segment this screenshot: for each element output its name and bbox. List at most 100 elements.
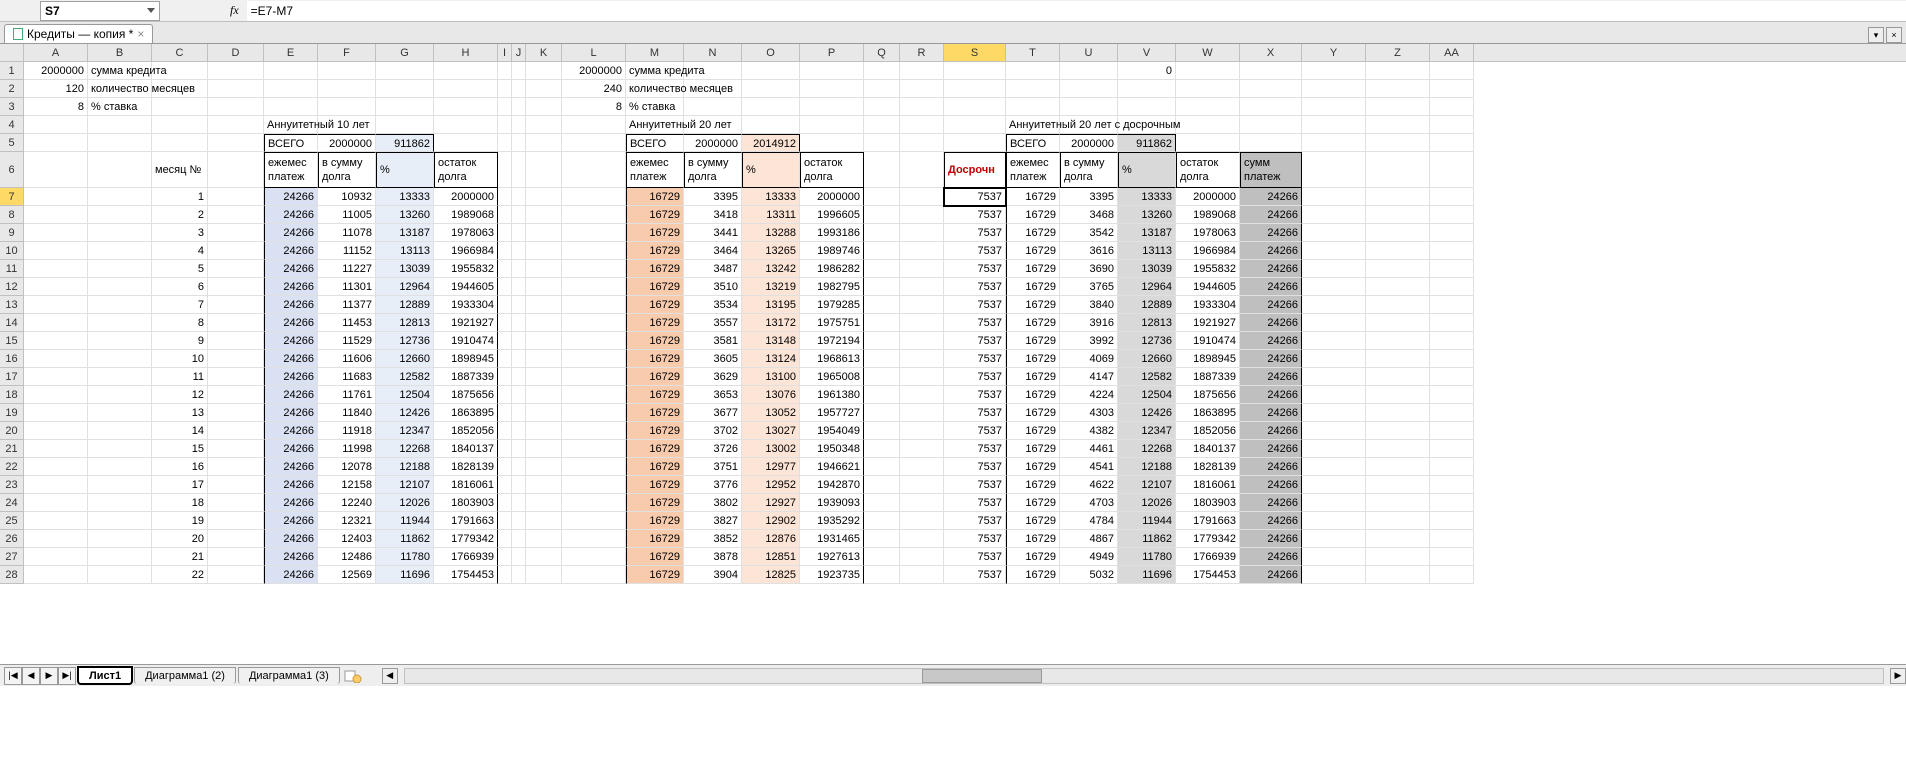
cell-V22[interactable]: 12188 (1118, 458, 1176, 476)
cell-C13[interactable]: 7 (152, 296, 208, 314)
cell-D2[interactable] (208, 80, 264, 98)
row-header-8[interactable]: 8 (0, 206, 24, 224)
cell-G12[interactable]: 12964 (376, 278, 434, 296)
cell-S16[interactable]: 7537 (944, 350, 1006, 368)
cell-I16[interactable] (498, 350, 512, 368)
cell-D4[interactable] (208, 116, 264, 134)
cell-E13[interactable]: 24266 (264, 296, 318, 314)
row-header-18[interactable]: 18 (0, 386, 24, 404)
cell-A27[interactable] (24, 548, 88, 566)
cell-AA25[interactable] (1430, 512, 1474, 530)
cell-E24[interactable]: 24266 (264, 494, 318, 512)
cell-E18[interactable]: 24266 (264, 386, 318, 404)
cell-U26[interactable]: 4867 (1060, 530, 1118, 548)
cell-U22[interactable]: 4541 (1060, 458, 1118, 476)
cell-E15[interactable]: 24266 (264, 332, 318, 350)
cell-V11[interactable]: 13039 (1118, 260, 1176, 278)
cell-AA21[interactable] (1430, 440, 1474, 458)
cell-V8[interactable]: 13260 (1118, 206, 1176, 224)
cell-A20[interactable] (24, 422, 88, 440)
cell-J16[interactable] (512, 350, 526, 368)
cell-H28[interactable]: 1754453 (434, 566, 498, 584)
cell-U15[interactable]: 3992 (1060, 332, 1118, 350)
cell-AA28[interactable] (1430, 566, 1474, 584)
cell-V10[interactable]: 13113 (1118, 242, 1176, 260)
cell-M12[interactable]: 16729 (626, 278, 684, 296)
cell-L2[interactable]: 240 (562, 80, 626, 98)
cell-W14[interactable]: 1921927 (1176, 314, 1240, 332)
cell-E14[interactable]: 24266 (264, 314, 318, 332)
cell-Z8[interactable] (1366, 206, 1430, 224)
cell-J12[interactable] (512, 278, 526, 296)
cell-W20[interactable]: 1852056 (1176, 422, 1240, 440)
cell-D7[interactable] (208, 188, 264, 206)
cell-X17[interactable]: 24266 (1240, 368, 1302, 386)
cell-D12[interactable] (208, 278, 264, 296)
cell-N25[interactable]: 3827 (684, 512, 742, 530)
cell-N28[interactable]: 3904 (684, 566, 742, 584)
cell-B28[interactable] (88, 566, 152, 584)
cell-S5[interactable] (944, 134, 1006, 152)
cell-Z25[interactable] (1366, 512, 1430, 530)
cell-AA22[interactable] (1430, 458, 1474, 476)
header-I6[interactable] (498, 152, 512, 188)
cell-C28[interactable]: 22 (152, 566, 208, 584)
cell-K5[interactable] (526, 134, 562, 152)
cell-Z23[interactable] (1366, 476, 1430, 494)
row-header-10[interactable]: 10 (0, 242, 24, 260)
column-header-F[interactable]: F (318, 44, 376, 61)
document-tab[interactable]: Кредиты — копия * × (4, 24, 153, 43)
cell-T1[interactable] (1006, 62, 1060, 80)
column-header-O[interactable]: O (742, 44, 800, 61)
cell-S14[interactable]: 7537 (944, 314, 1006, 332)
sheet-nav-button-1[interactable]: ◀ (22, 667, 40, 685)
cell-N12[interactable]: 3510 (684, 278, 742, 296)
cell-H9[interactable]: 1978063 (434, 224, 498, 242)
cell-G26[interactable]: 11862 (376, 530, 434, 548)
cell-R16[interactable] (900, 350, 944, 368)
cell-T28[interactable]: 16729 (1006, 566, 1060, 584)
cell-E26[interactable]: 24266 (264, 530, 318, 548)
cell-G9[interactable]: 13187 (376, 224, 434, 242)
header-E6[interactable]: ежемес платеж (264, 152, 318, 188)
cell-I2[interactable] (498, 80, 512, 98)
column-header-P[interactable]: P (800, 44, 864, 61)
header-Q6[interactable] (864, 152, 900, 188)
cell-U11[interactable]: 3690 (1060, 260, 1118, 278)
cell-G28[interactable]: 11696 (376, 566, 434, 584)
cell-U27[interactable]: 4949 (1060, 548, 1118, 566)
cell-V16[interactable]: 12660 (1118, 350, 1176, 368)
cell-F3[interactable] (318, 98, 376, 116)
cell-W9[interactable]: 1978063 (1176, 224, 1240, 242)
cell-T3[interactable] (1006, 98, 1060, 116)
cell-U9[interactable]: 3542 (1060, 224, 1118, 242)
cell-AA24[interactable] (1430, 494, 1474, 512)
cell-M19[interactable]: 16729 (626, 404, 684, 422)
cell-L7[interactable] (562, 188, 626, 206)
cell-T4[interactable]: Аннуитетный 20 лет с досрочным (1006, 116, 1060, 134)
cell-L17[interactable] (562, 368, 626, 386)
cell-A14[interactable] (24, 314, 88, 332)
cell-X8[interactable]: 24266 (1240, 206, 1302, 224)
cell-H7[interactable]: 2000000 (434, 188, 498, 206)
cell-B20[interactable] (88, 422, 152, 440)
cell-O7[interactable]: 13333 (742, 188, 800, 206)
cell-E25[interactable]: 24266 (264, 512, 318, 530)
cell-K18[interactable] (526, 386, 562, 404)
cell-C21[interactable]: 15 (152, 440, 208, 458)
cell-I13[interactable] (498, 296, 512, 314)
cell-K23[interactable] (526, 476, 562, 494)
cell-W12[interactable]: 1944605 (1176, 278, 1240, 296)
cell-S25[interactable]: 7537 (944, 512, 1006, 530)
cell-B17[interactable] (88, 368, 152, 386)
cell-X12[interactable]: 24266 (1240, 278, 1302, 296)
cell-U16[interactable]: 4069 (1060, 350, 1118, 368)
cell-P16[interactable]: 1968613 (800, 350, 864, 368)
header-H6[interactable]: остаток долга (434, 152, 498, 188)
cell-M18[interactable]: 16729 (626, 386, 684, 404)
cell-N9[interactable]: 3441 (684, 224, 742, 242)
cell-P4[interactable] (800, 116, 864, 134)
cell-P17[interactable]: 1965008 (800, 368, 864, 386)
cell-W16[interactable]: 1898945 (1176, 350, 1240, 368)
cell-I5[interactable] (498, 134, 512, 152)
